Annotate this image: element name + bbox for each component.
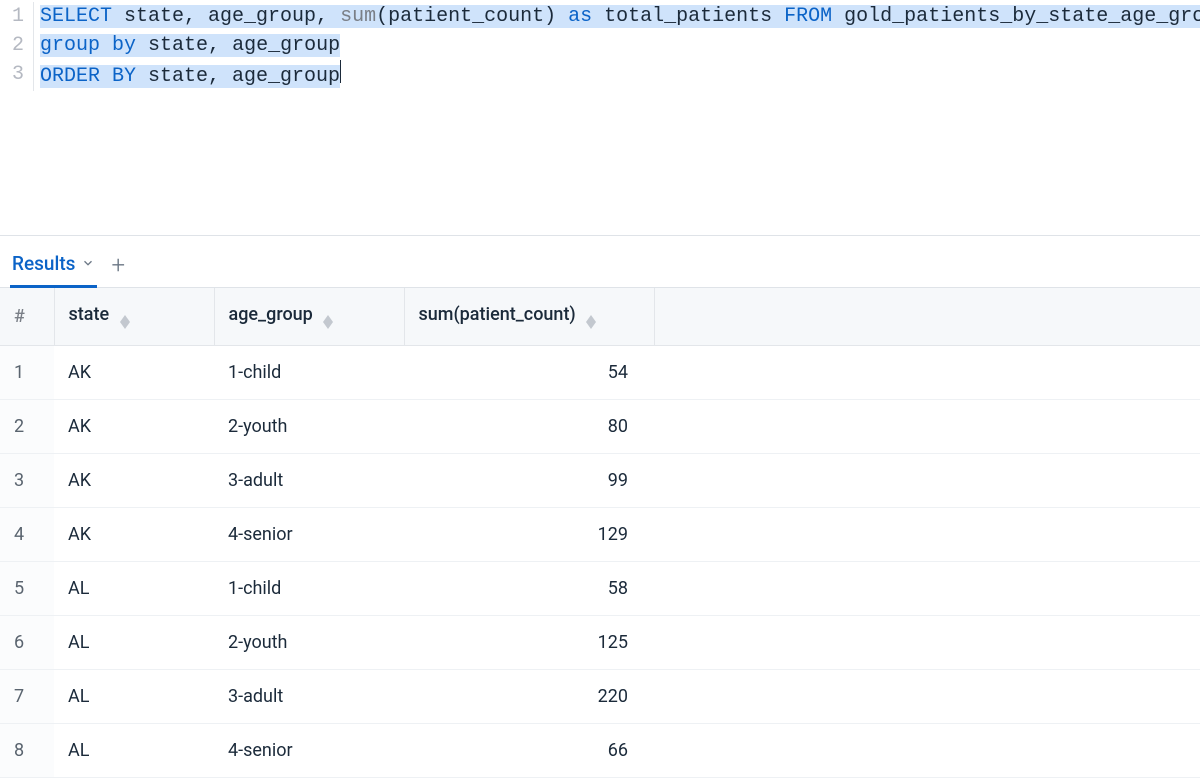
column-header-sum-patient-count[interactable]: sum(patient_count) [404, 288, 654, 346]
add-tab-button[interactable]: + [105, 253, 131, 283]
cell-age-group: 4-senior [214, 724, 404, 778]
cell-state: AL [54, 724, 214, 778]
sql-editor[interactable]: 123 SELECT state, age_group, sum(patient… [0, 0, 1200, 95]
table-row[interactable]: 4AK4-senior129 [0, 508, 1200, 562]
table-row[interactable]: 7AL3-adult220 [0, 670, 1200, 724]
results-body: 1AK1-child542AK2-youth803AK3-adult994AK4… [0, 346, 1200, 778]
line-number: 3 [10, 60, 25, 89]
cell-empty [654, 454, 1200, 508]
cell-index: 4 [0, 508, 54, 562]
code-line[interactable]: SELECT state, age_group, sum(patient_cou… [40, 2, 1200, 31]
results-header: # state age_group sum(patient_count) [0, 288, 1200, 346]
header-sum-label: sum(patient_count) [419, 304, 576, 325]
code-token: total_patients [592, 5, 784, 28]
code-token: gold_patients_by_state_age_group [832, 5, 1200, 28]
cell-state: AK [54, 346, 214, 400]
text-cursor [340, 60, 341, 83]
code-line[interactable]: ORDER BY state, age_group [40, 60, 1200, 91]
cell-state: AK [54, 400, 214, 454]
cell-empty [654, 724, 1200, 778]
cell-sum: 66 [404, 724, 654, 778]
tab-results-label: Results [12, 252, 75, 275]
sort-icon[interactable] [323, 315, 333, 329]
cell-sum: 125 [404, 616, 654, 670]
cell-state: AK [54, 508, 214, 562]
sort-icon[interactable] [586, 315, 596, 329]
plus-icon: + [111, 251, 125, 279]
cell-sum: 80 [404, 400, 654, 454]
cell-age-group: 3-adult [214, 454, 404, 508]
cell-index: 6 [0, 616, 54, 670]
cell-sum: 99 [404, 454, 654, 508]
header-state-label: state [69, 304, 110, 325]
line-number: 2 [10, 31, 25, 60]
code-token: by [112, 34, 136, 57]
cell-index: 7 [0, 670, 54, 724]
code-token: sum [340, 5, 376, 28]
cell-state: AL [54, 670, 214, 724]
table-row[interactable]: 8AL4-senior66 [0, 724, 1200, 778]
cell-age-group: 3-adult [214, 670, 404, 724]
column-header-age-group[interactable]: age_group [214, 288, 404, 346]
cell-age-group: 1-child [214, 346, 404, 400]
cell-age-group: 1-child [214, 562, 404, 616]
table-row[interactable]: 5AL1-child58 [0, 562, 1200, 616]
code-token: as [568, 5, 592, 28]
cell-state: AK [54, 454, 214, 508]
code-token: (patient_count) [376, 5, 568, 28]
cell-index: 8 [0, 724, 54, 778]
table-row[interactable]: 2AK2-youth80 [0, 400, 1200, 454]
cell-sum: 220 [404, 670, 654, 724]
code-area[interactable]: SELECT state, age_group, sum(patient_cou… [34, 2, 1200, 91]
cell-empty [654, 670, 1200, 724]
cell-empty [654, 616, 1200, 670]
column-header-index[interactable]: # [0, 288, 54, 346]
cell-index: 5 [0, 562, 54, 616]
line-number: 1 [10, 2, 25, 31]
table-row[interactable]: 6AL2-youth125 [0, 616, 1200, 670]
header-age-group-label: age_group [229, 304, 313, 325]
results-tab-bar: Results + [0, 236, 1200, 288]
tab-results[interactable]: Results [10, 248, 97, 288]
chevron-down-icon[interactable] [81, 252, 95, 275]
cell-index: 3 [0, 454, 54, 508]
cell-empty [654, 562, 1200, 616]
column-header-empty [654, 288, 1200, 346]
cell-state: AL [54, 616, 214, 670]
table-row[interactable]: 1AK1-child54 [0, 346, 1200, 400]
cell-empty [654, 400, 1200, 454]
cell-index: 2 [0, 400, 54, 454]
header-hash-label: # [14, 306, 25, 327]
cell-age-group: 2-youth [214, 616, 404, 670]
code-token: SELECT [40, 5, 112, 28]
cell-state: AL [54, 562, 214, 616]
code-token: state, age_group [136, 65, 340, 88]
sort-icon[interactable] [120, 315, 130, 329]
cell-sum: 58 [404, 562, 654, 616]
code-token: state, age_group, [112, 5, 340, 28]
line-gutter: 123 [0, 2, 34, 91]
cell-index: 1 [0, 346, 54, 400]
code-token: group [40, 34, 100, 57]
cell-age-group: 4-senior [214, 508, 404, 562]
code-token: FROM [784, 5, 832, 28]
column-header-state[interactable]: state [54, 288, 214, 346]
results-table: # state age_group sum(patient_count) [0, 288, 1200, 778]
code-token: ORDER BY [40, 65, 136, 88]
cell-sum: 54 [404, 346, 654, 400]
cell-age-group: 2-youth [214, 400, 404, 454]
cell-sum: 129 [404, 508, 654, 562]
code-token: state, age_group [136, 34, 340, 57]
cell-empty [654, 508, 1200, 562]
cell-empty [654, 346, 1200, 400]
code-token [100, 34, 112, 57]
code-line[interactable]: group by state, age_group [40, 31, 1200, 60]
table-row[interactable]: 3AK3-adult99 [0, 454, 1200, 508]
